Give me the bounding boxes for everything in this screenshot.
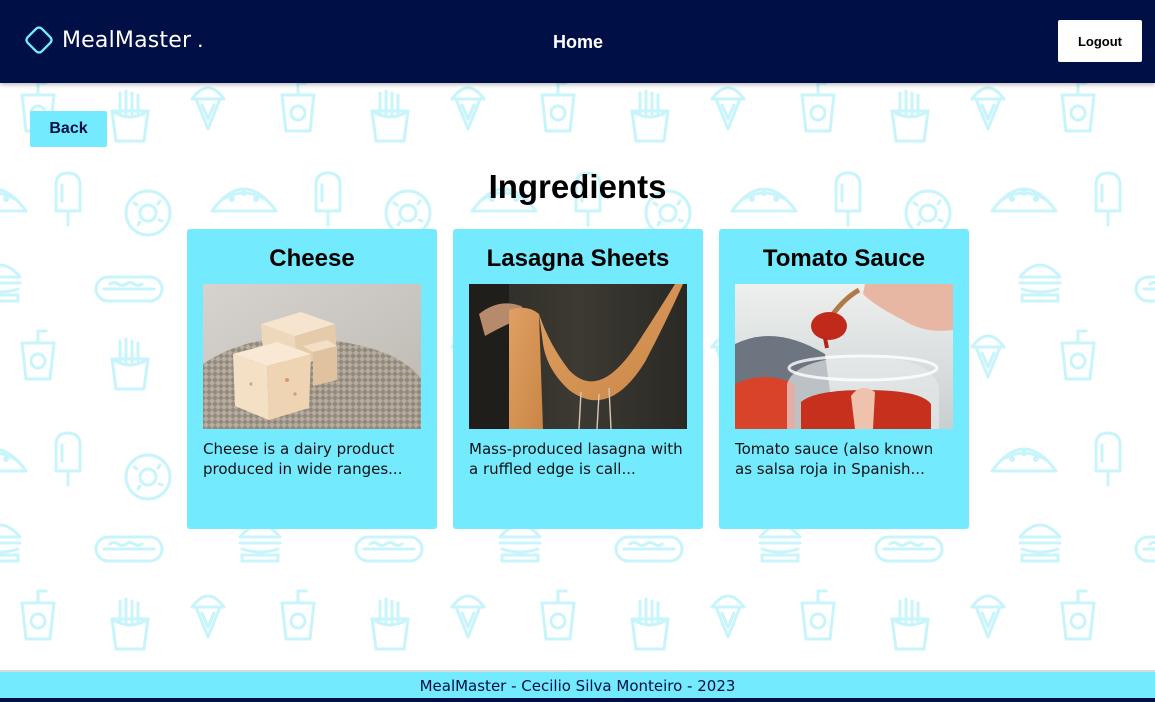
brand-name: MealMaster: [62, 27, 192, 53]
brand-dot: .: [197, 27, 204, 52]
card-title: Lasagna Sheets: [486, 245, 670, 272]
top-navbar: MealMaster. Home Logout: [0, 0, 1155, 83]
page-footer: MealMaster - Cecilio Silva Monteiro - 20…: [0, 670, 1155, 702]
logout-button[interactable]: Logout: [1058, 20, 1142, 62]
ingredient-card-tomato-sauce[interactable]: Tomato Sauce Tomato sauce (also known as…: [719, 229, 969, 529]
card-description: Cheese is a dairy product produced in wi…: [203, 440, 403, 478]
brand-link[interactable]: MealMaster.: [22, 22, 203, 58]
diamond-logo-icon: [25, 26, 53, 54]
lasagna-sheets-photo: [469, 284, 687, 429]
tomato-sauce-photo: [735, 284, 953, 429]
cheese-photo: [203, 284, 421, 429]
page-title: Ingredients: [488, 168, 667, 205]
ingredient-card-cheese[interactable]: Cheese Cheese is a dairy product produce…: [187, 229, 437, 529]
card-title: Cheese: [269, 245, 355, 272]
ingredient-card-lasagna-sheets[interactable]: Lasagna Sheets Mass-produced lasagna wit…: [453, 229, 703, 529]
nav-home-link[interactable]: Home: [540, 28, 616, 56]
back-button[interactable]: Back: [30, 111, 107, 147]
footer-text: MealMaster - Cecilio Silva Monteiro - 20…: [419, 677, 736, 695]
card-description: Mass-produced lasagna with a ruffled edg…: [469, 440, 683, 478]
card-description: Tomato sauce (also known as salsa roja i…: [735, 440, 934, 478]
card-title: Tomato Sauce: [762, 245, 926, 272]
